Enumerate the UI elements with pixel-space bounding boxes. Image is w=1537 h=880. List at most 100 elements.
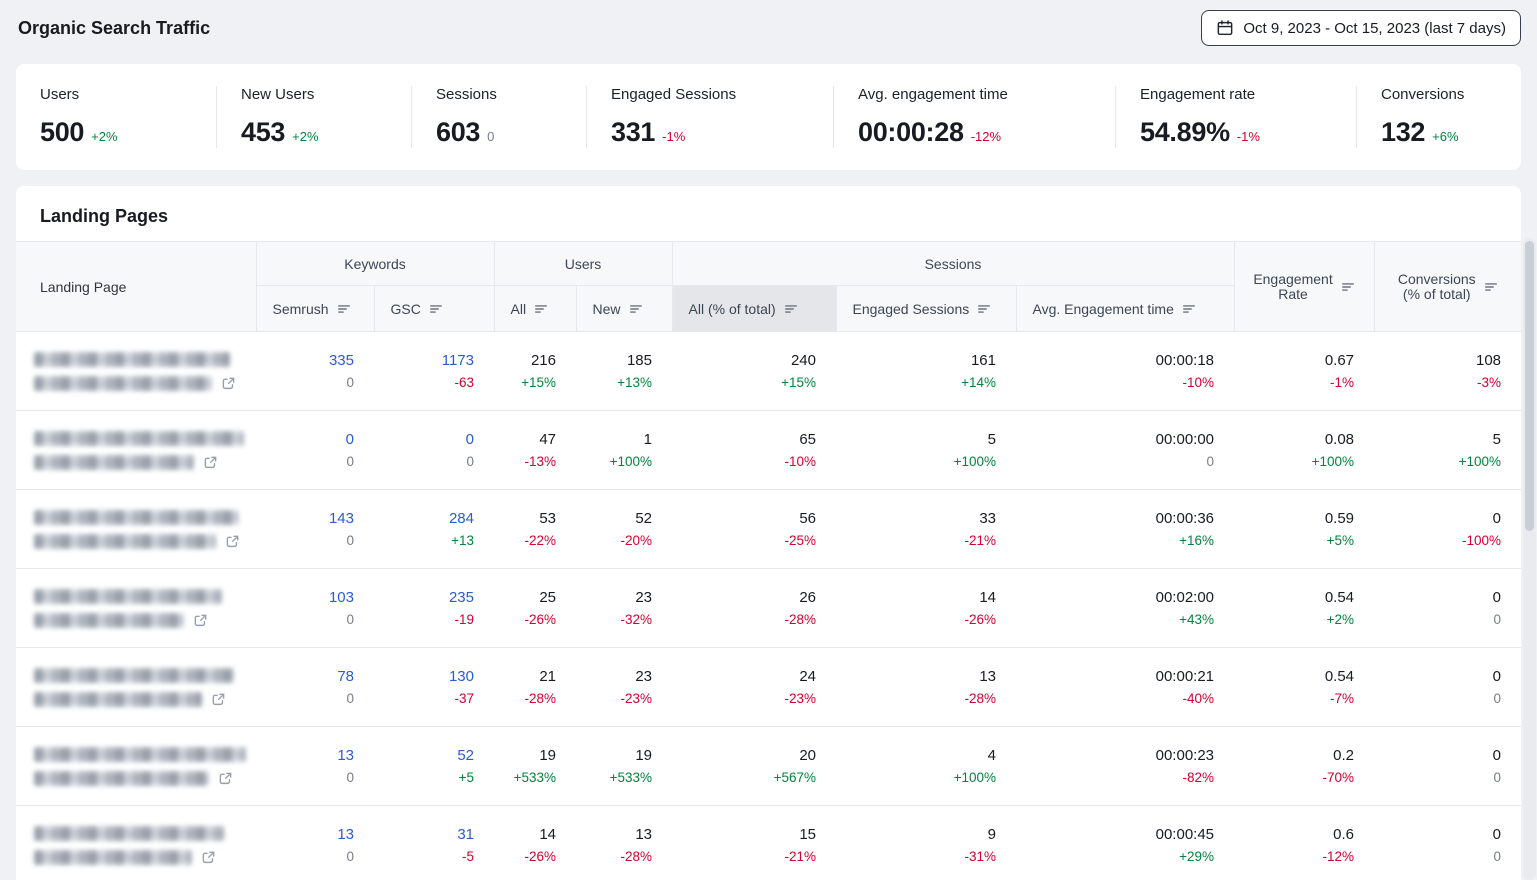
keyword-count-link[interactable]: 130	[374, 665, 474, 688]
column-header-engaged-sessions[interactable]: Engaged Sessions	[836, 286, 1016, 332]
cell-delta: -28%	[494, 688, 556, 709]
table-row: 13031-514-26%13-28%15-21%9-31%00:00:45+2…	[16, 806, 1521, 880]
cell-value: 19	[576, 744, 652, 767]
cell-users-all: 53-22%	[494, 490, 576, 569]
external-link-button[interactable]	[211, 692, 226, 707]
cell-delta: -28%	[672, 609, 816, 630]
keyword-count-link[interactable]: 13	[256, 823, 354, 846]
cell-value: 0.67	[1234, 349, 1354, 372]
keyword-count-link[interactable]: 0	[374, 428, 474, 451]
cell-delta: -82%	[1016, 767, 1214, 788]
metric-label: Sessions	[436, 86, 576, 103]
cell-delta: 0	[1016, 451, 1214, 472]
vertical-scrollbar[interactable]	[1523, 238, 1536, 880]
sort-icon	[977, 302, 991, 316]
metric-value-row: 331 -1%	[611, 117, 823, 148]
column-header-engagement-rate[interactable]: Engagement Rate	[1234, 242, 1374, 332]
cell-sessions-all: 20+567%	[672, 727, 836, 806]
cell-delta: -26%	[494, 846, 556, 867]
cell-users-all: 21-28%	[494, 648, 576, 727]
cell-engaged-sessions: 33-21%	[836, 490, 1016, 569]
column-header-users-all[interactable]: All	[494, 286, 576, 332]
cell-value: 0.08	[1234, 428, 1354, 451]
cell-delta: +100%	[1234, 451, 1354, 472]
metric: Engaged Sessions 331 -1%	[586, 86, 833, 148]
date-range-picker[interactable]: Oct 9, 2023 - Oct 15, 2023 (last 7 days)	[1201, 10, 1521, 46]
table-row: 33501173-63216+15%185+13%240+15%161+14%0…	[16, 332, 1521, 411]
metric-delta: -12%	[971, 129, 1001, 144]
cell-delta: +43%	[1016, 609, 1214, 630]
cell-value: 0.6	[1234, 823, 1354, 846]
keyword-count-link[interactable]: 78	[256, 665, 354, 688]
keyword-count-link[interactable]: 52	[374, 744, 474, 767]
external-link-icon	[218, 771, 233, 786]
cell-delta: 0	[256, 688, 354, 709]
keyword-count-link[interactable]: 335	[256, 349, 354, 372]
external-link-button[interactable]	[225, 534, 240, 549]
cell-delta: -21%	[836, 530, 996, 551]
cell-value: 20	[672, 744, 816, 767]
cell-delta: 0	[256, 451, 354, 472]
cell-sessions-all: 24-23%	[672, 648, 836, 727]
cell-users-new: 23-32%	[576, 569, 672, 648]
column-header-users-new[interactable]: New	[576, 286, 672, 332]
cell-value: 108	[1374, 349, 1501, 372]
metric-value-row: 603 0	[436, 117, 576, 148]
cell-delta: +5%	[1234, 530, 1354, 551]
cell-value: 0.54	[1234, 586, 1354, 609]
external-link-button[interactable]	[221, 376, 236, 391]
column-header-sessions-all[interactable]: All (% of total)	[672, 286, 836, 332]
external-link-button[interactable]	[201, 850, 216, 865]
column-header-avg-engagement-time[interactable]: Avg. Engagement time	[1016, 286, 1234, 332]
keyword-count-link[interactable]: 31	[374, 823, 474, 846]
cell-landing-page	[16, 490, 256, 569]
cell-gsc: 1173-63	[374, 332, 494, 411]
cell-delta: 0	[256, 530, 354, 551]
cell-delta: +15%	[672, 372, 816, 393]
column-header-landing-page[interactable]: Landing Page	[16, 242, 256, 332]
cell-engaged-sessions: 13-28%	[836, 648, 1016, 727]
keyword-count-link[interactable]: 13	[256, 744, 354, 767]
metrics-summary: Users 500 +2% New Users 453 +2% Sessions…	[16, 64, 1521, 170]
cell-value: 47	[494, 428, 556, 451]
external-link-button[interactable]	[218, 771, 233, 786]
sort-icon	[1182, 302, 1196, 316]
cell-delta: -10%	[1016, 372, 1214, 393]
sort-icon	[784, 302, 798, 316]
cell-users-new: 52-20%	[576, 490, 672, 569]
cell-landing-page	[16, 411, 256, 490]
keyword-count-link[interactable]: 284	[374, 507, 474, 530]
metric-value-row: 00:00:28 -12%	[858, 117, 1105, 148]
metric-delta: +2%	[91, 129, 117, 144]
cell-delta: +100%	[836, 767, 996, 788]
cell-delta: -25%	[672, 530, 816, 551]
cell-delta: 0	[256, 767, 354, 788]
sort-icon	[429, 302, 443, 316]
cell-value: 13	[576, 823, 652, 846]
keyword-count-link[interactable]: 235	[374, 586, 474, 609]
cell-delta: -22%	[494, 530, 556, 551]
cell-delta: +16%	[1016, 530, 1214, 551]
scrollbar-thumb[interactable]	[1525, 241, 1534, 531]
cell-sessions-all: 56-25%	[672, 490, 836, 569]
cell-value: 53	[494, 507, 556, 530]
cell-value: 24	[672, 665, 816, 688]
cell-users-all: 25-26%	[494, 569, 576, 648]
column-header-conversions[interactable]: Conversions (% of total)	[1374, 242, 1521, 332]
sort-icon	[1484, 280, 1498, 294]
cell-delta: -21%	[672, 846, 816, 867]
cell-users-all: 14-26%	[494, 806, 576, 880]
metric-label: Conversions	[1381, 86, 1509, 103]
column-header-gsc[interactable]: GSC	[374, 286, 494, 332]
external-link-button[interactable]	[203, 455, 218, 470]
redacted-page-url	[34, 455, 194, 470]
external-link-button[interactable]	[193, 613, 208, 628]
column-header-semrush[interactable]: Semrush	[256, 286, 374, 332]
cell-engagement-rate: 0.08+100%	[1234, 411, 1374, 490]
cell-delta: -37	[374, 688, 474, 709]
cell-delta: -13%	[494, 451, 556, 472]
keyword-count-link[interactable]: 103	[256, 586, 354, 609]
keyword-count-link[interactable]: 1173	[374, 349, 474, 372]
keyword-count-link[interactable]: 0	[256, 428, 354, 451]
keyword-count-link[interactable]: 143	[256, 507, 354, 530]
